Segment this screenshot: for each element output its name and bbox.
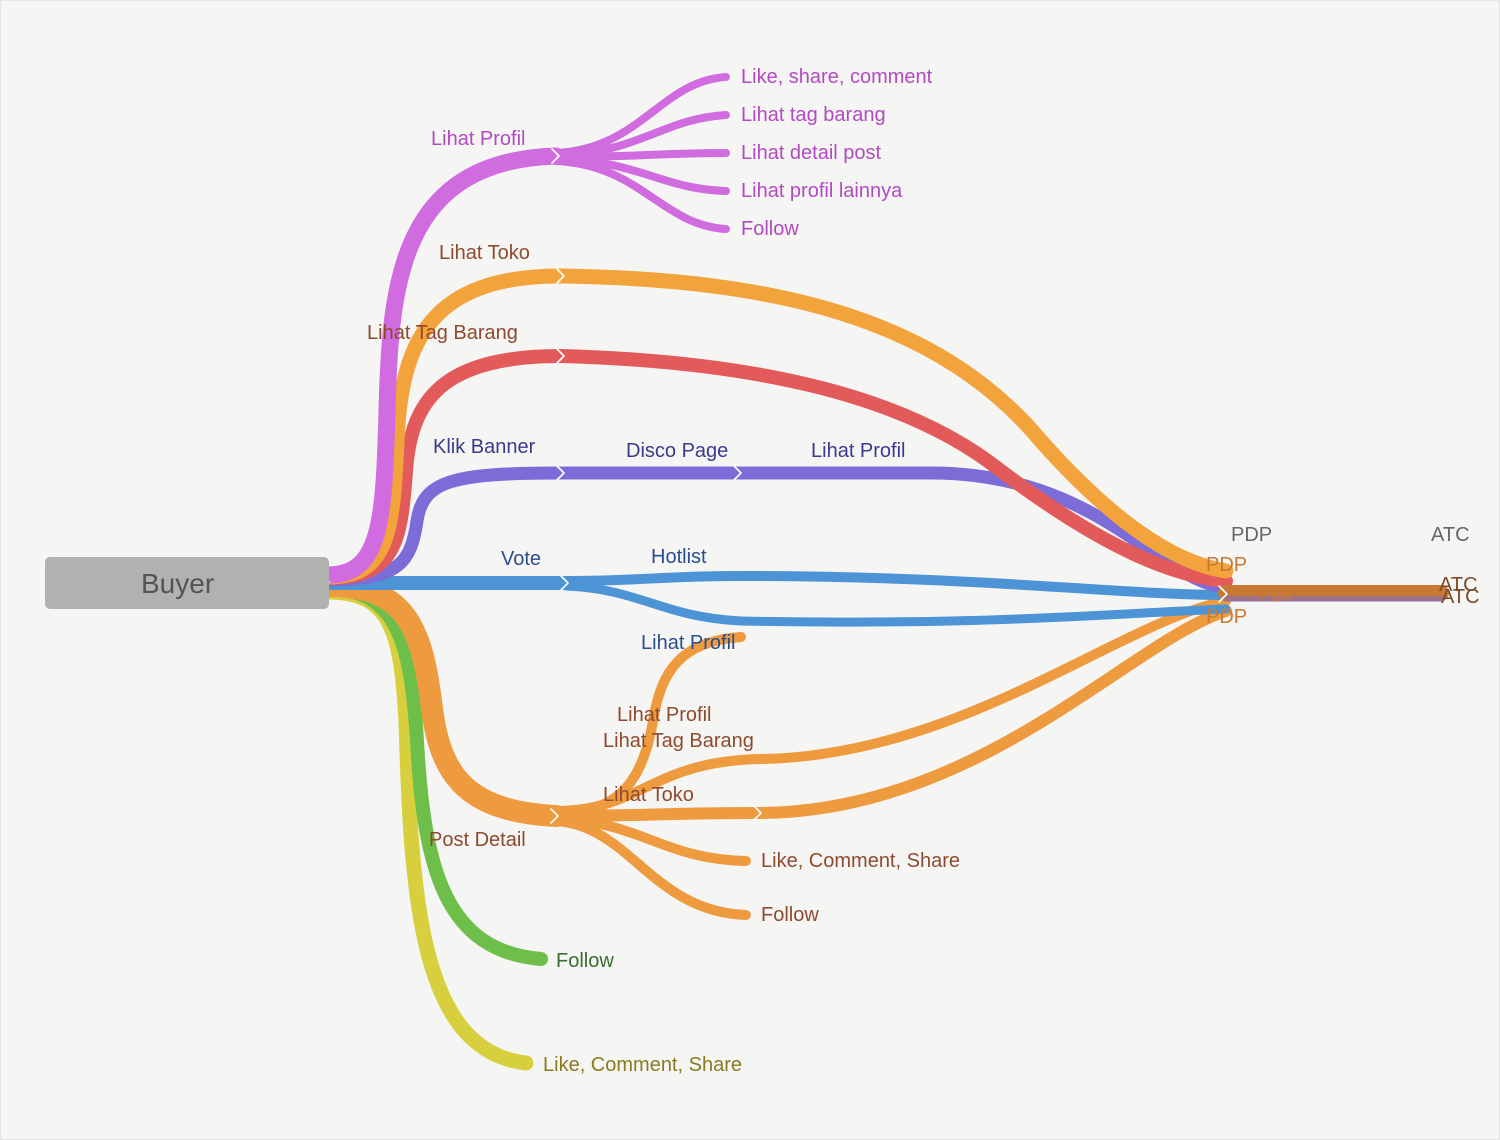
label-lp-det: Lihat detail post [741, 142, 882, 164]
label-pd-fol: Follow [761, 904, 819, 926]
label-pd-tag: Lihat Tag Barang [603, 730, 754, 752]
flow-vote-lp-pdp [741, 609, 1226, 622]
flow-follow [328, 589, 541, 959]
sankey-diagram: Buyer Lihat Profil Like, share, comment … [0, 0, 1500, 1140]
label-lp-tag: Lihat tag barang [741, 104, 886, 126]
label-lihat-tag-barang: Lihat Tag Barang [367, 322, 518, 344]
flow-post-detail-trunk [328, 586, 556, 816]
label-lp-fol: Follow [741, 218, 799, 240]
flow-vote-lp [566, 586, 741, 621]
root-label: Buyer [141, 568, 214, 599]
label-disco: Disco Page [626, 440, 728, 462]
label-pdp-s3: PDP [1206, 606, 1247, 628]
label-hotlist: Hotlist [651, 546, 707, 568]
flow-pd-toko-to-pdp [761, 611, 1226, 813]
label-pdp-s2: PDP [1259, 584, 1300, 606]
flow-hotlist-pdp [741, 576, 1226, 595]
label-post-detail: Post Detail [429, 829, 526, 851]
label-lihat-profil: Lihat Profil [431, 128, 526, 150]
label-klik-banner: Klik Banner [433, 436, 536, 458]
label-vote: Vote [501, 548, 541, 570]
label-follow: Follow [556, 950, 614, 972]
label-pd-lp: Lihat Profil [617, 704, 712, 726]
flow-lihat-profil-trunk [328, 156, 556, 575]
label-pdp-s1: PDP [1206, 554, 1247, 576]
label-lihat-toko: Lihat Toko [439, 242, 530, 264]
flow-vote-hotlist [566, 576, 741, 581]
label-kb-lp: Lihat Profil [811, 440, 906, 462]
label-vote-lp: Lihat Profil [641, 632, 736, 654]
label-atc-s2: ATC [1441, 586, 1480, 608]
flow-lp-c3 [556, 153, 726, 157]
flow-pd-toko [556, 813, 761, 816]
label-lp-prof: Lihat profil lainnya [741, 180, 903, 202]
label-lp-like: Like, share, comment [741, 66, 933, 88]
label-lcs: Like, Comment, Share [543, 1054, 742, 1076]
label-atc-big: ATC [1431, 524, 1470, 546]
label-pd-like: Like, Comment, Share [761, 850, 960, 872]
label-pdp-big: PDP [1231, 524, 1272, 546]
label-pd-toko: Lihat Toko [603, 784, 694, 806]
flow-lt-pdp [561, 276, 1226, 571]
